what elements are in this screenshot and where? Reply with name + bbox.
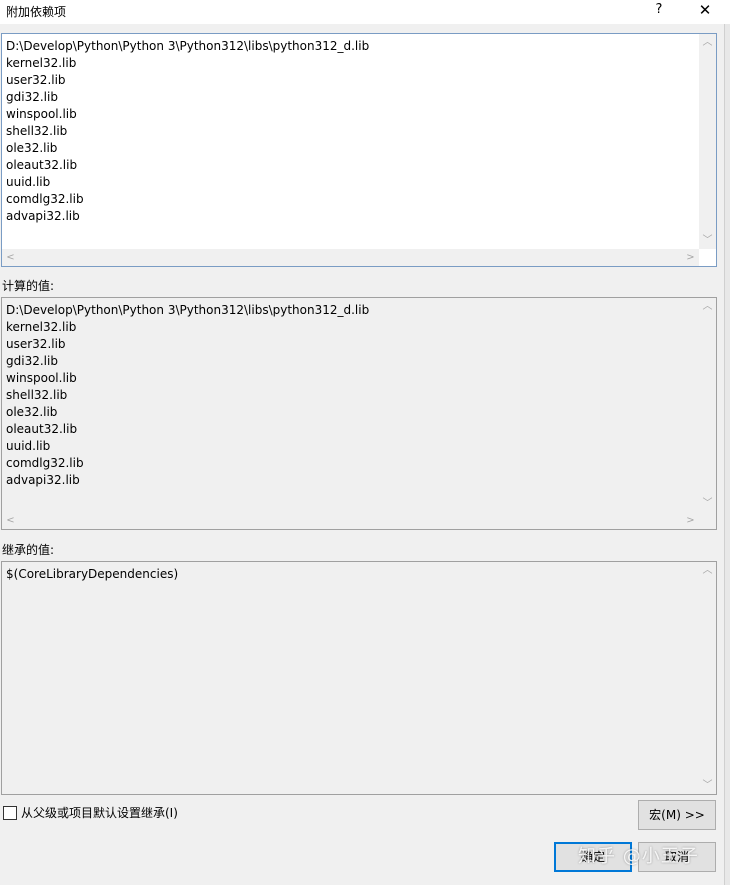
computed-line: D:\Develop\Python\Python 3\Python312\lib… [6, 303, 370, 317]
scroll-left-icon[interactable]: < [2, 512, 19, 529]
editor-line: comdlg32.lib [6, 192, 84, 206]
inherited-text: $(CoreLibraryDependencies) [6, 566, 698, 583]
computed-values-box: D:\Develop\Python\Python 3\Python312\lib… [1, 297, 717, 530]
dependencies-editor[interactable]: D:\Develop\Python\Python 3\Python312\lib… [1, 33, 717, 267]
editor-line: uuid.lib [6, 175, 51, 189]
scroll-down-icon[interactable]: ﹀ [699, 777, 716, 794]
window-title: 附加依赖项 [6, 5, 67, 19]
close-button[interactable]: ✕ [689, 0, 721, 22]
watermark: 知乎 @小王子 [578, 846, 699, 867]
editor-line: user32.lib [6, 73, 66, 87]
inherited-line: $(CoreLibraryDependencies) [6, 567, 179, 581]
computed-text: D:\Develop\Python\Python 3\Python312\lib… [6, 302, 698, 489]
scroll-right-icon[interactable]: > [682, 249, 699, 266]
vertical-scrollbar[interactable]: ︿ ﹀ [699, 562, 716, 794]
scrollbar-corner [699, 249, 716, 266]
editor-line: winspool.lib [6, 107, 77, 121]
computed-line: comdlg32.lib [6, 456, 84, 470]
computed-line: kernel32.lib [6, 320, 77, 334]
vertical-scrollbar[interactable]: ︿ ﹀ [699, 34, 716, 249]
macro-button[interactable]: 宏(M) >> [638, 800, 716, 830]
inherit-checkbox[interactable] [3, 805, 17, 820]
editor-line: gdi32.lib [6, 90, 58, 104]
editor-line: shell32.lib [6, 124, 68, 138]
editor-line: advapi32.lib [6, 209, 80, 223]
scroll-up-icon[interactable]: ︿ [699, 298, 716, 315]
computed-line: gdi32.lib [6, 354, 58, 368]
vertical-scrollbar[interactable]: ︿ ﹀ [699, 298, 716, 512]
horizontal-scrollbar[interactable]: < > [2, 249, 699, 266]
editor-text[interactable]: D:\Develop\Python\Python 3\Python312\lib… [6, 38, 698, 225]
computed-line: oleaut32.lib [6, 422, 78, 436]
inherited-values-box: $(CoreLibraryDependencies) ︿ ﹀ [1, 561, 717, 795]
inherit-checkbox-label: 从父级或项目默认设置继承(I) [21, 806, 178, 820]
scroll-right-icon[interactable]: > [682, 512, 699, 529]
horizontal-scrollbar[interactable]: < > [2, 512, 699, 529]
editor-line: D:\Develop\Python\Python 3\Python312\lib… [6, 39, 370, 53]
title-bar: 附加依赖项 ? ✕ [0, 0, 730, 24]
computed-line: shell32.lib [6, 388, 68, 402]
computed-line: uuid.lib [6, 439, 51, 453]
help-button[interactable]: ? [643, 0, 675, 22]
computed-line: winspool.lib [6, 371, 77, 385]
computed-line: ole32.lib [6, 405, 58, 419]
editor-line: ole32.lib [6, 141, 58, 155]
scroll-down-icon[interactable]: ﹀ [699, 495, 716, 512]
editor-line: kernel32.lib [6, 56, 77, 70]
computed-line: user32.lib [6, 337, 66, 351]
window-edge [724, 24, 730, 885]
scroll-left-icon[interactable]: < [2, 249, 19, 266]
editor-line: oleaut32.lib [6, 158, 78, 172]
scroll-down-icon[interactable]: ﹀ [699, 232, 716, 249]
inherited-values-label: 继承的值: [2, 543, 55, 557]
scroll-up-icon[interactable]: ︿ [699, 562, 716, 579]
scroll-up-icon[interactable]: ︿ [699, 34, 716, 51]
inherit-checkbox-row[interactable]: 从父级或项目默认设置继承(I) [3, 804, 178, 821]
computed-values-label: 计算的值: [2, 279, 55, 293]
computed-line: advapi32.lib [6, 473, 80, 487]
